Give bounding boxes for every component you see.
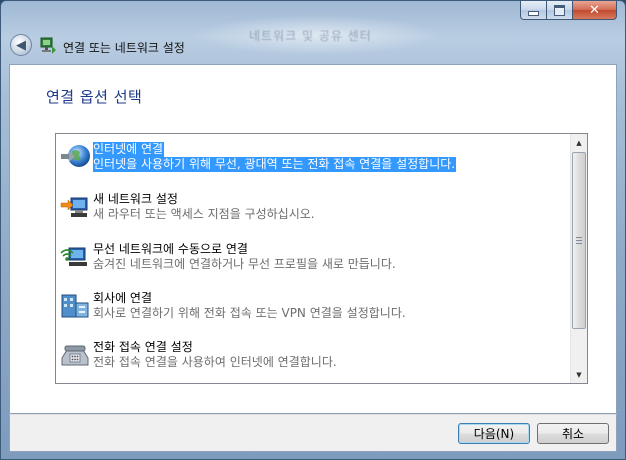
grip-icon — [576, 237, 582, 246]
window-frame: 네트워크 및 공유 센터 ✕ ◀ 연결 또는 네트워크 설정 연결 옵션 선택 — [0, 0, 626, 460]
vertical-scrollbar[interactable]: ▲ ▼ — [570, 134, 587, 383]
maximize-icon — [554, 4, 565, 16]
option-description: 전화 접속 연결을 사용하여 인터넷에 연결합니다. — [93, 355, 337, 369]
minimize-button[interactable] — [520, 1, 547, 20]
connection-options-list[interactable]: 인터넷에 연결 인터넷을 사용하기 위해 무선, 광대역 또는 전화 접속 연결… — [55, 133, 588, 384]
option-title: 회사에 연결 — [93, 291, 153, 305]
globe-icon — [61, 145, 90, 167]
option-dialup[interactable]: 전화 접속 연결 설정 전화 접속 연결을 사용하여 인터넷에 연결합니다. — [56, 334, 568, 378]
back-arrow-icon: ◀ — [16, 37, 26, 53]
option-wireless-manual[interactable]: 무선 네트워크에 수동으로 연결 숨겨진 네트워크에 연결하거나 무선 프로필을… — [56, 236, 568, 280]
network-setup-icon — [60, 197, 88, 217]
minimize-icon — [528, 10, 539, 16]
cancel-button[interactable]: 취소 — [537, 423, 609, 444]
wizard-footer: 다음(N) 취소 — [9, 414, 617, 452]
option-internet[interactable]: 인터넷에 연결 인터넷을 사용하기 위해 무선, 광대역 또는 전화 접속 연결… — [56, 136, 568, 180]
next-button[interactable]: 다음(N) — [458, 423, 530, 444]
maximize-button[interactable] — [547, 1, 573, 20]
arrow-down-icon: ▼ — [576, 370, 582, 379]
network-connection-icon — [40, 37, 56, 54]
scrollbar-thumb[interactable] — [572, 152, 586, 329]
close-icon: ✕ — [589, 2, 600, 18]
wizard-content: 연결 옵션 선택 인터넷에 연결 인터넷을 사용하기 위해 무선, 광대역 또는… — [9, 64, 617, 414]
option-title: 새 네트워크 설정 — [93, 192, 178, 206]
caption-buttons: ✕ — [520, 1, 617, 20]
close-button[interactable]: ✕ — [573, 1, 617, 20]
option-description: 회사로 연결하기 위해 전화 접속 또는 VPN 연결을 설정합니다. — [93, 306, 406, 320]
option-new-network[interactable]: 새 네트워크 설정 새 라우터 또는 액세스 지점을 구성하십시오. — [56, 186, 568, 230]
telephone-icon — [61, 345, 89, 366]
workplace-icon — [61, 294, 89, 318]
wireless-network-icon — [60, 247, 87, 266]
option-workplace[interactable]: 회사에 연결 회사로 연결하기 위해 전화 접속 또는 VPN 연결을 설정합니… — [56, 285, 568, 329]
scroll-down-button[interactable]: ▼ — [571, 366, 587, 383]
option-title: 무선 네트워크에 수동으로 연결 — [93, 242, 248, 256]
background-window-title: 네트워크 및 공유 센터 — [249, 29, 372, 43]
option-description: 인터넷을 사용하기 위해 무선, 광대역 또는 전화 접속 연결을 설정합니다. — [93, 157, 457, 172]
option-title: 인터넷에 연결 — [93, 142, 165, 157]
option-description: 숨겨진 네트워크에 연결하거나 무선 프로필을 새로 만듭니다. — [93, 257, 396, 271]
option-title: 전화 접속 연결 설정 — [93, 340, 193, 354]
back-button[interactable]: ◀ — [10, 34, 32, 56]
scroll-up-button[interactable]: ▲ — [571, 134, 587, 151]
arrow-up-icon: ▲ — [576, 138, 582, 147]
window-title: 연결 또는 네트워크 설정 — [63, 41, 185, 55]
page-heading: 연결 옵션 선택 — [46, 88, 143, 106]
option-description: 새 라우터 또는 액세스 지점을 구성하십시오. — [93, 207, 315, 221]
